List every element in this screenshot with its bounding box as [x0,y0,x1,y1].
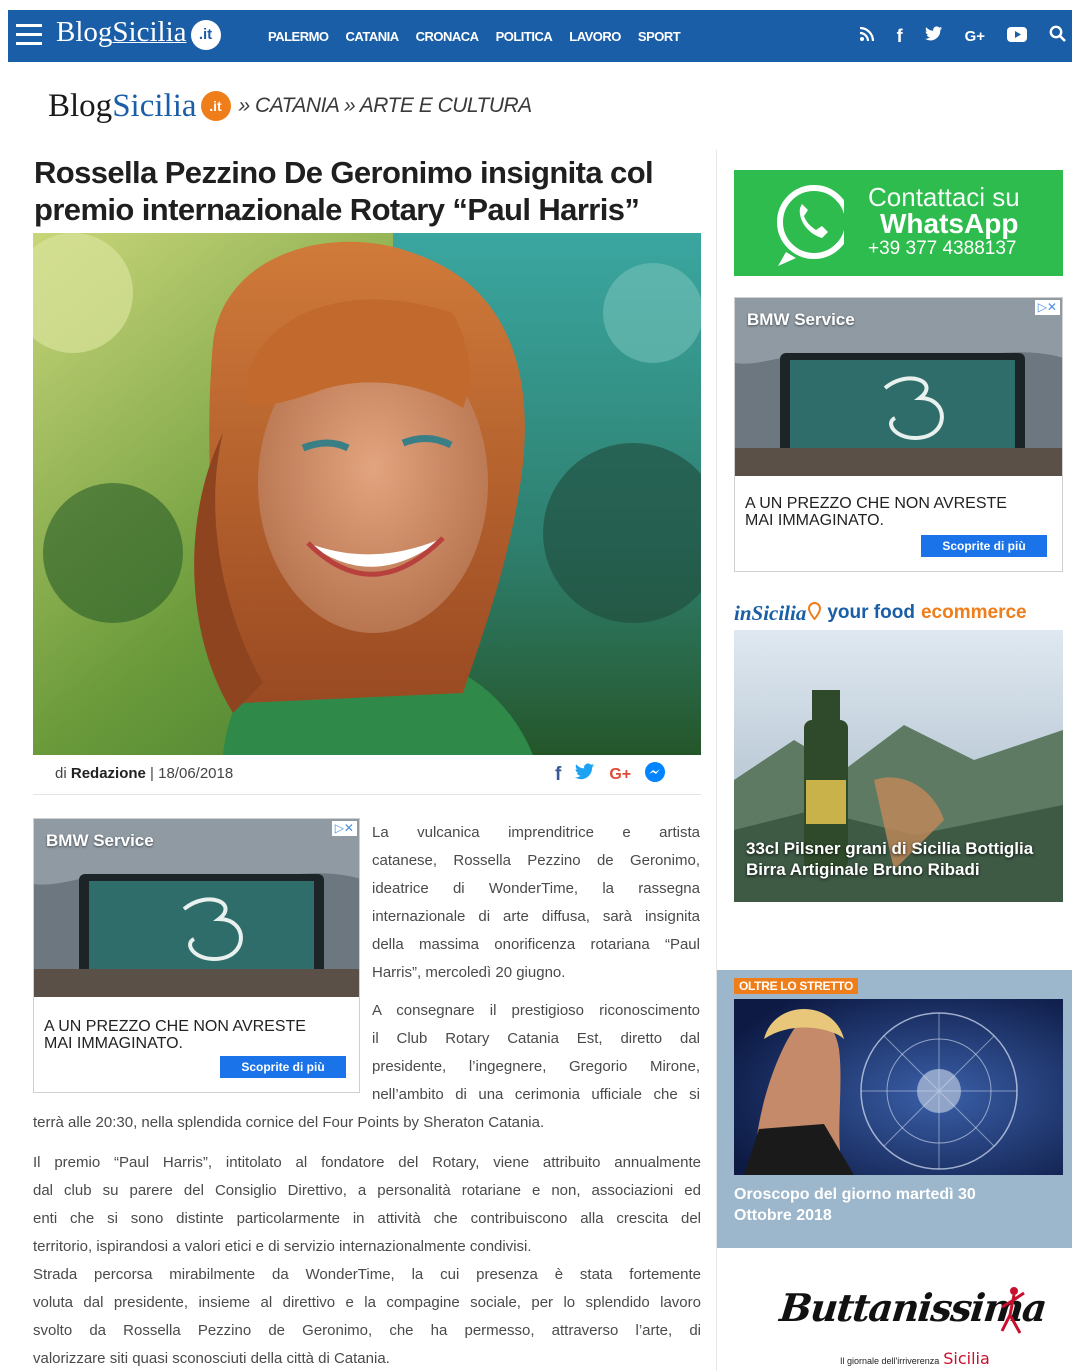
article-paragraph-1: La vulcanica imprenditrice e artista cat… [372,824,700,981]
ad-title: BMW Service [46,831,154,850]
bmw-ad-inline[interactable]: BMW Service ▷✕ A UN PREZZO CHE NON AVRES… [33,818,360,1093]
buttanissima-tagline: Il giornale dell'irriverenza Sicilia [840,1349,990,1368]
top-navbar: Blog Sicilia .it PALERMO CATANIA CRONACA … [8,10,1072,62]
oltre-lo-stretto-card[interactable]: OLTRE LO STRETTO Oroscopo del giorno mar… [717,970,1072,1248]
ad-text-line-2: MAI IMMAGINATO. [44,1035,183,1052]
ad-text-line-2: MAI IMMAGINATO. [745,512,884,529]
breadcrumb-trail: » CATANIA » ARTE E CULTURA [238,94,533,118]
share-buttons: f G+ [555,761,679,789]
ad-text-line-1: A UN PREZZO CHE NON AVRESTE [44,1018,306,1035]
beer-promo-caption: 33cl Pilsner grani di Sicilia Bottiglia … [746,839,1034,879]
insicilia-header[interactable]: inSicilia your food ecommerce [734,598,1063,628]
messenger-share-icon[interactable] [644,761,666,789]
bc-logo-sicilia[interactable]: Sicilia [112,88,196,125]
bc-logo-blog[interactable]: Blog [48,88,112,125]
insicilia-ecommerce: ecommerce [920,602,1027,623]
dancer-silhouette-icon [1000,1287,1025,1334]
whatsapp-phone: +39 377 4388137 [868,238,1017,259]
bc-logo-it-badge: .it [200,91,231,121]
nav-item-catania[interactable]: CATANIA [346,29,400,44]
article-paragraph-2: A consegnare il prestigioso riconoscimen… [372,1002,700,1103]
menu-icon[interactable] [14,24,44,48]
meta-divider [33,794,701,795]
ad-title: BMW Service [747,310,855,329]
nav-item-palermo[interactable]: PALERMO [268,29,329,44]
facebook-share-icon[interactable]: f [555,764,561,786]
article-paragraph-2-tail: terrà alle 20:30, nella splendida cornic… [33,1114,545,1131]
google-plus-share-icon[interactable]: G+ [609,766,631,784]
adchoices-close-icon[interactable]: ▷✕ [1034,300,1060,315]
breadcrumb-separator: » [344,94,356,117]
twitter-share-icon[interactable] [574,763,596,787]
ad-cta-button[interactable]: Scoprite di più [220,1056,346,1078]
bmw-ad-sidebar[interactable]: BMW Service ▷✕ A UN PREZZO CHE NON AVRES… [734,297,1063,572]
nav-item-politica[interactable]: POLITICA [496,29,553,44]
article-paragraph-3: Il premio “Paul Harris”, intitolato al f… [33,1154,701,1367]
site-logo[interactable]: Blog Sicilia .it [56,16,221,56]
article-title: Rossella Pezzino De Geronimo insignita c… [34,155,654,227]
logo-sicilia-text: Sicilia [112,16,187,48]
logo-it-badge: .it [190,20,221,50]
horoscope-image [734,999,1063,1175]
article-hero-image [33,233,701,755]
social-icons: f G+ [837,10,1066,62]
youtube-icon[interactable] [1007,26,1027,47]
breadcrumb-catania[interactable]: CATANIA [255,94,339,117]
category-tag: OLTRE LO STRETTO [734,978,859,994]
insicilia-your-food: your food [827,602,915,623]
location-pin-icon [808,601,822,625]
ad-text-line-1: A UN PREZZO CHE NON AVRESTE [745,495,1007,512]
ad-cta-button[interactable]: Scoprite di più [921,535,1047,557]
nav-item-cronaca[interactable]: CRONACA [416,29,479,44]
rss-icon[interactable] [859,26,875,47]
search-icon[interactable] [1049,25,1066,47]
horoscope-caption: Oroscopo del giorno martedì 30 Ottobre 2… [734,1186,976,1224]
facebook-icon[interactable]: f [897,26,903,47]
nav-item-lavoro[interactable]: LAVORO [569,29,621,44]
twitter-icon[interactable] [924,25,943,47]
logo-blog-text: Blog [56,16,113,48]
adchoices-close-icon[interactable]: ▷✕ [331,821,357,836]
byline-prefix: di [55,765,67,782]
main-nav: PALERMO CATANIA CRONACA POLITICA LAVORO … [268,10,697,62]
whatsapp-line-2: WhatsApp [880,208,1019,239]
buttanissima-logo[interactable]: Buttanissima Il giornale dell'irriverenz… [778,1285,1048,1371]
beer-promo-card[interactable]: 33cl Pilsner grani di Sicilia Bottiglia … [734,630,1063,902]
insicilia-brand: inSicilia [734,600,807,625]
google-plus-icon[interactable]: G+ [965,28,985,45]
breadcrumb: Blog Sicilia .it » CATANIA » ARTE E CULTU… [48,84,532,128]
article-author[interactable]: Redazione [71,765,146,782]
article-date: 18/06/2018 [158,765,234,782]
meta-separator: | [150,765,154,782]
breadcrumb-separator: » [238,94,251,117]
article-meta: di Redazione | 18/06/2018 [55,765,233,782]
nav-item-sport[interactable]: SPORT [638,29,681,44]
breadcrumb-arte-cultura[interactable]: ARTE E CULTURA [360,94,532,117]
